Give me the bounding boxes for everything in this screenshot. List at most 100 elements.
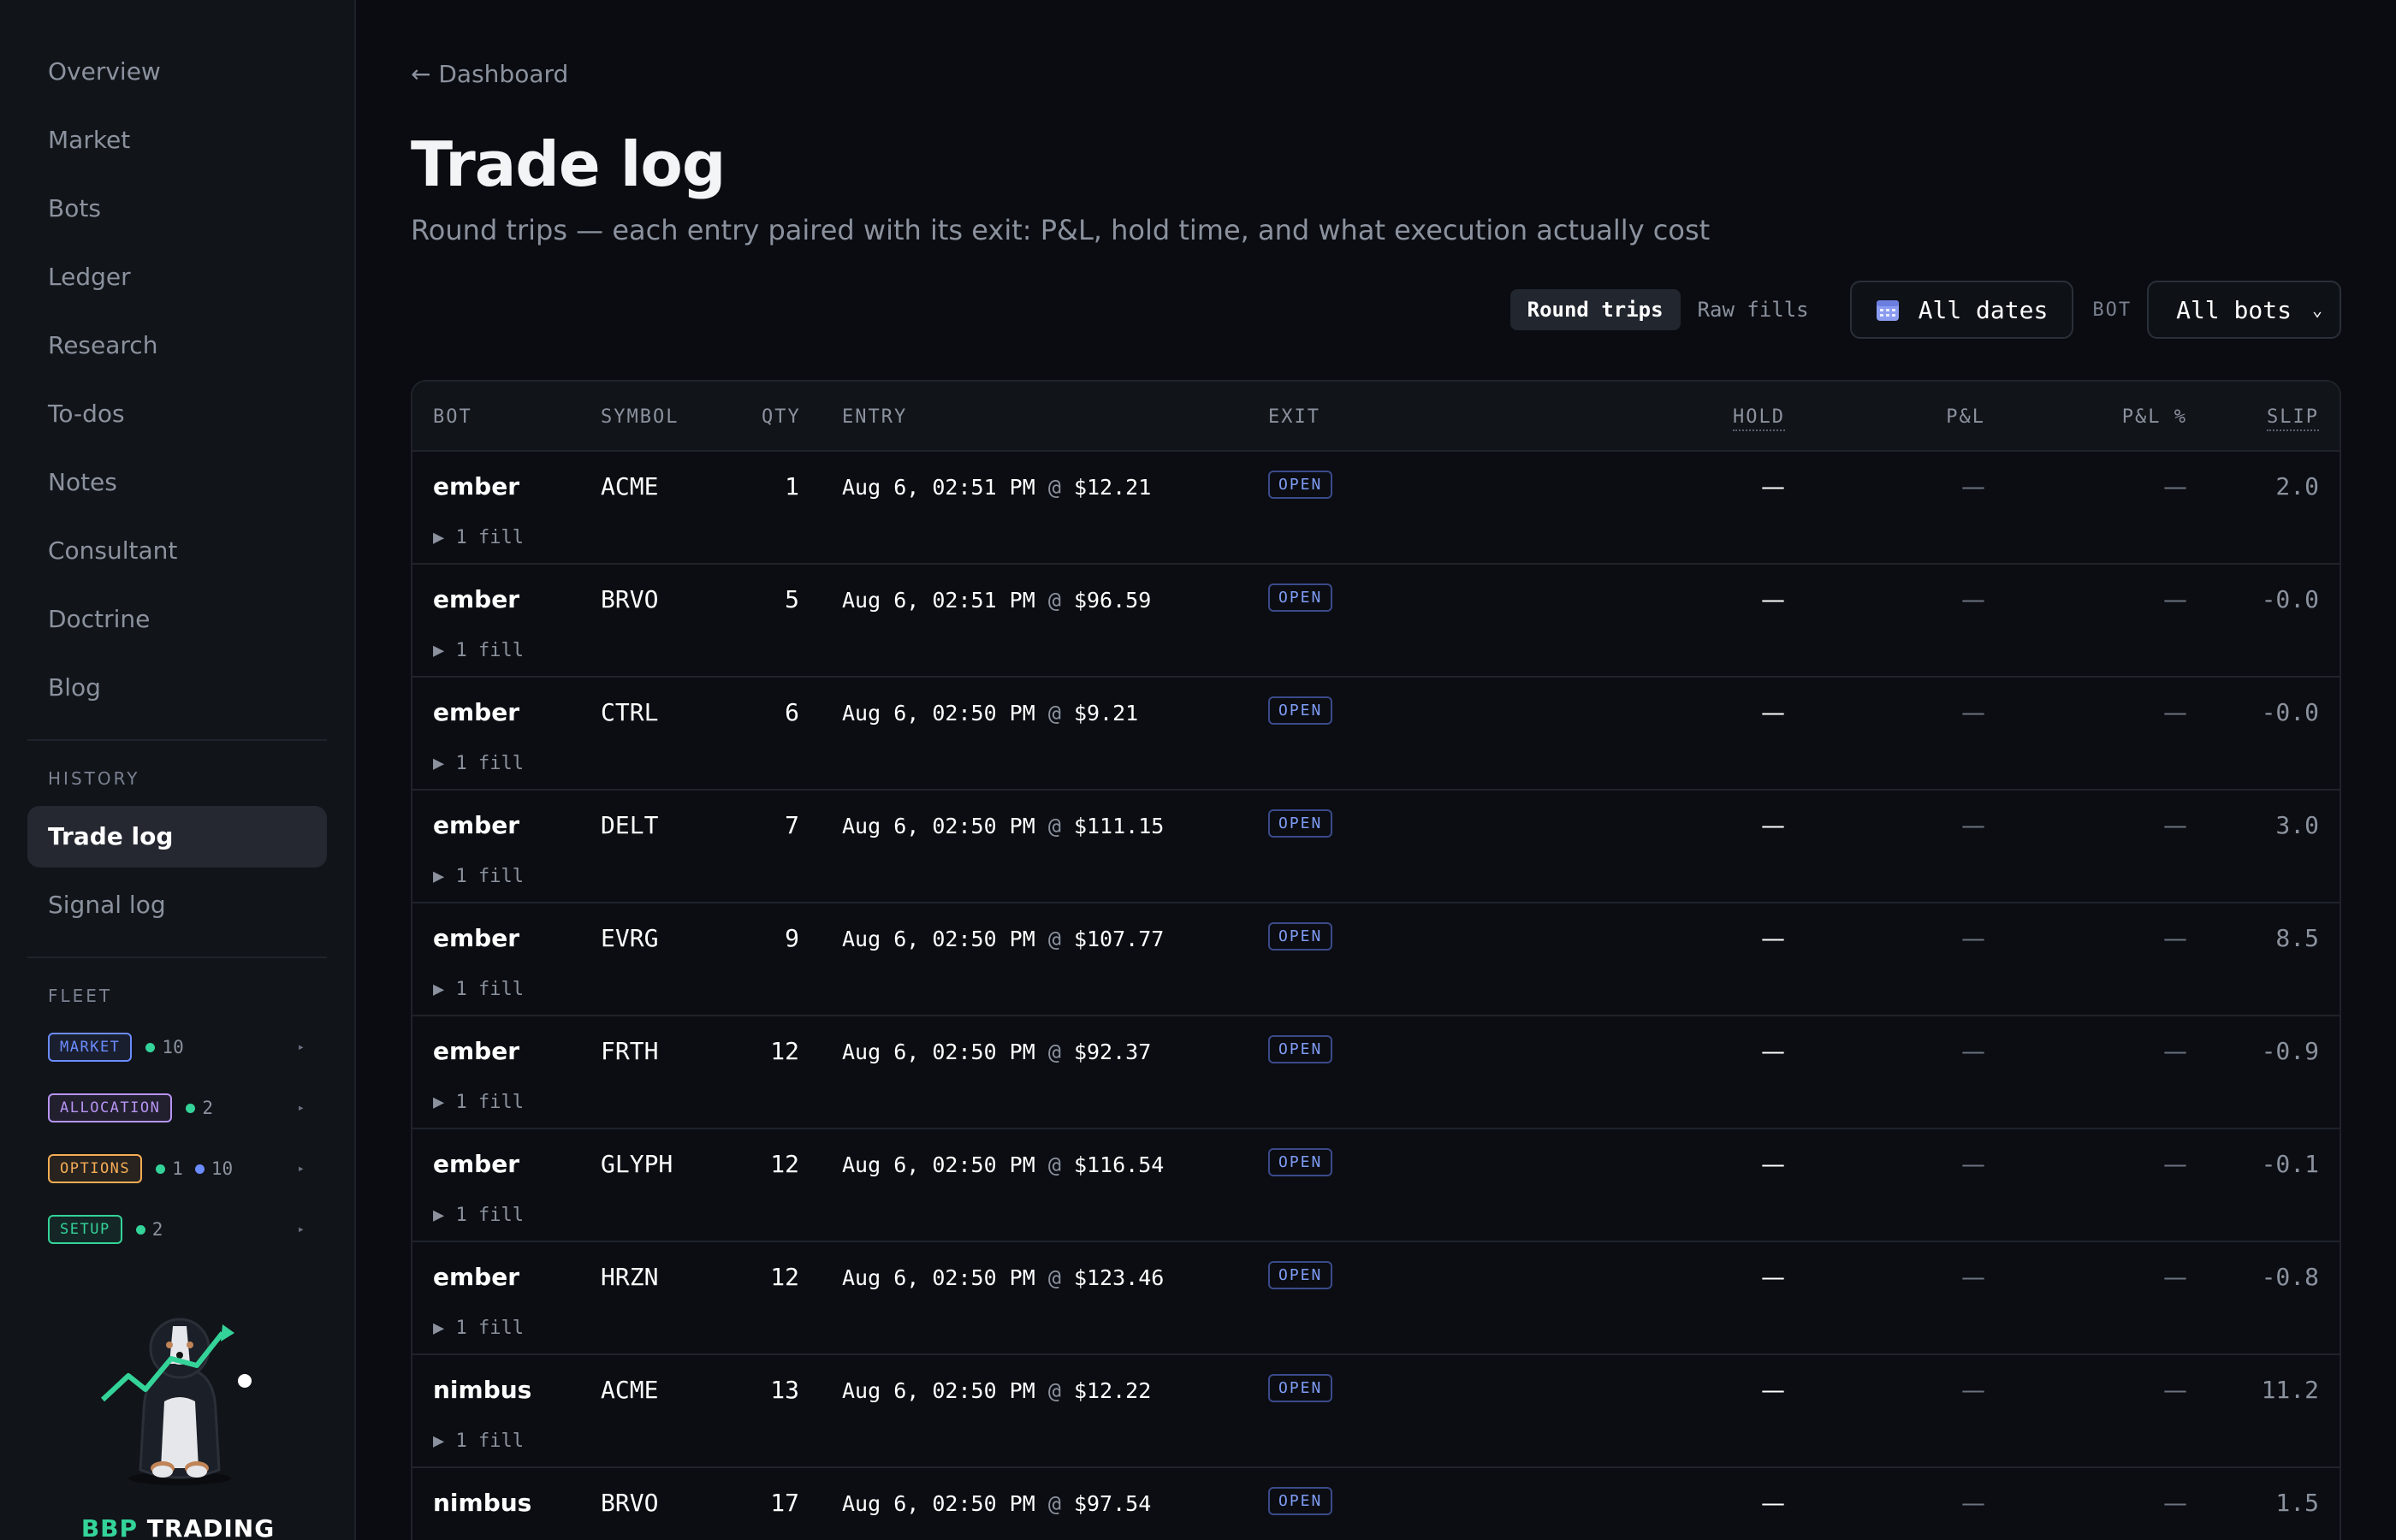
exit-status-badge: OPEN [1268,1261,1333,1289]
entry: Aug 6, 02:50 PM @ $12.22 [842,1378,1151,1403]
expand-fills-toggle[interactable]: ▶ 1 fill [433,979,524,1000]
nav-item-market[interactable]: Market [27,110,327,171]
fleet-row-options[interactable]: OPTIONS 1 10 ▸ [27,1145,327,1193]
entry-at-symbol: @ [1035,701,1074,726]
table-row[interactable]: ember ACME 1 Aug 6, 02:51 PM @ $12.21 OPEN — —… [412,452,2340,565]
fleet-count-value: 10 [211,1158,234,1179]
entry-time: Aug 6, 02:51 PM [842,588,1035,613]
nav-item-ledger[interactable]: Ledger [27,246,327,308]
quantity: 13 [770,1376,799,1404]
entry-price: $123.46 [1073,1265,1165,1290]
fleet-row-market[interactable]: MARKET 10 ▸ [27,1023,327,1071]
exit-status-badge: OPEN [1268,1487,1333,1515]
entry-price: $111.15 [1073,814,1165,838]
fleet-count-value: 10 [162,1037,184,1057]
expand-fills-toggle[interactable]: ▶ 1 fill [433,1318,524,1339]
fleet-count-value: 2 [151,1219,163,1240]
entry: Aug 6, 02:50 PM @ $92.37 [842,1040,1151,1064]
slippage: -0.0 [2261,698,2319,726]
entry-time: Aug 6, 02:51 PM [842,475,1035,500]
column-header-pnl-pct: P&L % [2121,406,2187,428]
bot-filter-select[interactable]: All bots ⌄ [2147,281,2341,339]
expand-fills-toggle[interactable]: ▶ 1 fill [433,640,524,661]
expand-fills-toggle[interactable]: ▶ 1 fill [433,753,524,774]
slippage: 8.5 [2275,924,2319,952]
table-row[interactable]: ember DELT 7 Aug 6, 02:50 PM @ $111.15 OPEN —… [412,791,2340,903]
expand-fills-toggle[interactable]: ▶ 1 fill [433,866,524,887]
column-header-qty: QTY [762,406,801,428]
column-header-symbol: SYMBOL [601,406,679,428]
table-row[interactable]: nimbus ACME 13 Aug 6, 02:50 PM @ $12.22 OPEN… [412,1355,2340,1468]
exit-status-badge: OPEN [1268,1148,1333,1176]
fleet-count: 2 [135,1219,163,1240]
pnl-percent: — [2163,1376,2187,1404]
table-row[interactable]: ember GLYPH 12 Aug 6, 02:50 PM @ $116.54 OPE… [412,1129,2340,1242]
entry-time: Aug 6, 02:50 PM [842,1040,1035,1064]
nav-item-trade-log[interactable]: Trade log [27,806,327,868]
table-header: BOT SYMBOL QTY ENTRY EXIT HOLD P&L P&L %… [412,382,2340,452]
entry-at-symbol: @ [1035,1265,1074,1290]
nav-item-bots[interactable]: Bots [27,178,327,240]
status-dot [156,1164,166,1174]
nav-item-signal-log[interactable]: Signal log [27,874,327,936]
nav-item-consultant[interactable]: Consultant [27,520,327,582]
date-filter-button[interactable]: All dates [1849,281,2074,339]
table-row[interactable]: nimbus BRVO 17 Aug 6, 02:50 PM @ $97.54 OPEN… [412,1468,2340,1540]
exit-status-badge: OPEN [1268,809,1333,838]
status-dot [186,1103,196,1113]
entry-time: Aug 6, 02:50 PM [842,1265,1035,1290]
round-trips-toggle[interactable]: Round trips [1509,289,1681,330]
entry-price: $12.21 [1073,475,1152,500]
entry-price: $107.77 [1073,927,1165,951]
entry: Aug 6, 02:50 PM @ $9.21 [842,701,1138,726]
slippage: -0.0 [2261,585,2319,613]
entry-time: Aug 6, 02:50 PM [842,1378,1035,1403]
fleet-count: 10 [194,1158,234,1179]
entry-at-symbol: @ [1035,1152,1074,1177]
fleet-count-value: 1 [172,1158,183,1179]
quantity: 12 [770,1263,799,1291]
raw-fills-toggle[interactable]: Raw fills [1681,289,1826,330]
quantity: 17 [770,1489,799,1517]
nav-item-research[interactable]: Research [27,315,327,376]
entry-time: Aug 6, 02:50 PM [842,1152,1035,1177]
symbol: CTRL [601,698,659,726]
slippage: -0.9 [2261,1037,2319,1065]
expand-fills-toggle[interactable]: ▶ 1 fill [433,1205,524,1226]
nav-item-notes[interactable]: Notes [27,452,327,513]
hold-time: — [1761,585,1785,613]
nav-item-doctrine[interactable]: Doctrine [27,589,327,650]
entry-price: $116.54 [1073,1152,1165,1177]
pnl: — [1961,1037,1985,1065]
history-list: Trade log Signal log [27,806,327,936]
expand-fills-toggle[interactable]: ▶ 1 fill [433,1430,524,1452]
entry-time: Aug 6, 02:50 PM [842,1491,1035,1516]
status-dot [145,1042,156,1052]
hold-time: — [1761,1263,1785,1291]
fleet-row-allocation[interactable]: ALLOCATION 2 ▸ [27,1084,327,1132]
bot-name: ember [433,698,520,726]
hold-time: — [1761,924,1785,952]
nav-item-to-dos[interactable]: To-dos [27,383,327,445]
table-row[interactable]: ember BRVO 5 Aug 6, 02:51 PM @ $96.59 OPEN — —… [412,565,2340,678]
symbol: HRZN [601,1263,659,1291]
nav-item-overview[interactable]: Overview [27,41,327,103]
table-row[interactable]: ember EVRG 9 Aug 6, 02:50 PM @ $107.77 OPEN —… [412,903,2340,1016]
entry-time: Aug 6, 02:50 PM [842,701,1035,726]
page-subtitle: Round trips — each entry paired with its… [411,214,1711,246]
back-to-dashboard-link[interactable]: ← Dashboard [411,60,568,88]
quantity: 6 [785,698,799,726]
table-row[interactable]: ember FRTH 12 Aug 6, 02:50 PM @ $92.37 OPEN —… [412,1016,2340,1129]
entry-price: $96.59 [1073,588,1152,613]
expand-fills-toggle[interactable]: ▶ 1 fill [433,1092,524,1113]
expand-fills-toggle[interactable]: ▶ 1 fill [433,527,524,548]
quantity: 12 [770,1037,799,1065]
bot-name: nimbus [433,1489,532,1517]
pnl-percent: — [2163,698,2187,726]
nav-item-blog[interactable]: Blog [27,657,327,719]
dog-mascot-logo [100,1318,252,1485]
entry-at-symbol: @ [1035,1040,1074,1064]
table-row[interactable]: ember HRZN 12 Aug 6, 02:50 PM @ $123.46 OPEN… [412,1242,2340,1355]
table-row[interactable]: ember CTRL 6 Aug 6, 02:50 PM @ $9.21 OPEN — — —… [412,678,2340,791]
fleet-row-setup[interactable]: SETUP 2 ▸ [27,1205,327,1253]
